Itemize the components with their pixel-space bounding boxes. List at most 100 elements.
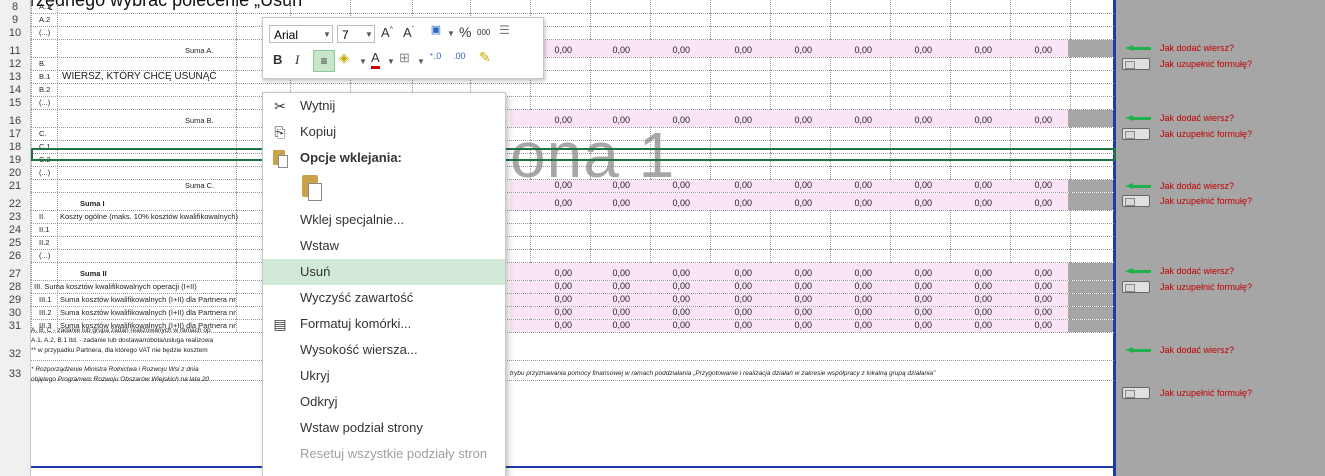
accounting-dropdown-icon[interactable]: ▼ [447,29,455,38]
row-number[interactable]: 15 [0,97,30,109]
value-cell[interactable]: 0,00 [692,320,752,330]
decrease-font-icon[interactable]: Aˇ [403,25,414,40]
value-cell[interactable]: 0,00 [932,198,992,208]
context-menu-item[interactable]: Wyczyść zawartość [263,285,505,311]
value-cell[interactable]: 0,00 [570,307,630,317]
value-cell[interactable]: 0,00 [512,294,572,304]
value-cell[interactable]: 0,00 [752,268,812,278]
value-cell[interactable]: 0,00 [812,198,872,208]
merge-cells-icon[interactable]: ☰ [499,23,510,37]
row-label[interactable]: Suma II [80,269,107,278]
value-cell[interactable]: 0,00 [512,268,572,278]
formula-button[interactable] [1122,195,1150,207]
align-center-icon[interactable]: ≡ [313,50,335,72]
value-cell[interactable]: 0,00 [692,307,752,317]
row-number[interactable]: 24 [0,224,30,236]
accounting-format-icon[interactable]: ▣ [427,23,445,39]
value-cell[interactable]: 0,00 [932,180,992,190]
value-cell[interactable]: 0,00 [570,268,630,278]
table-row[interactable]: 8 A.1 [0,0,1325,14]
context-menu-item[interactable]: Wysokość wiersza... [263,337,505,363]
value-cell[interactable]: 0,00 [752,307,812,317]
table-row[interactable]: 15 (...) [0,96,1325,110]
value-cell[interactable]: 0,00 [872,180,932,190]
borders-icon[interactable]: ⊞ [399,50,410,66]
value-cell[interactable]: 0,00 [872,294,932,304]
row-number[interactable]: 27 [0,268,30,280]
row-number[interactable]: 16 [0,115,30,127]
value-cell[interactable]: 0,00 [512,320,572,330]
row-code[interactable]: (...) [39,168,50,177]
row-number[interactable]: 31 [0,320,30,332]
row-number[interactable]: 18 [0,141,30,153]
row-code[interactable]: II.1 [39,225,49,234]
bold-icon[interactable]: B [273,52,282,67]
table-row[interactable]: 9 A.2 [0,13,1325,27]
italic-icon[interactable]: I [295,52,299,68]
value-cell[interactable]: 0,00 [812,45,872,55]
increase-font-icon[interactable]: A^ [381,25,393,40]
row-code[interactable]: A.2 [39,15,50,24]
value-cell[interactable]: 0,00 [932,115,992,125]
formula-button[interactable] [1122,387,1150,399]
row-number[interactable]: 23 [0,211,30,223]
row-code[interactable]: B.2 [39,85,50,94]
value-cell[interactable]: 0,00 [512,198,572,208]
table-row[interactable]: 12 B. Jak uzupełnić formułę? [0,57,1325,71]
value-cell[interactable]: 0,00 [932,45,992,55]
table-row[interactable]: 30 0,00 0,00 0,00 0,00 0,00 0,00 0,00 0,00 0,00 II… [0,306,1325,320]
value-cell[interactable]: 0,00 [752,180,812,190]
value-cell[interactable]: 0,00 [992,45,1052,55]
row-label[interactable]: III. Suma kosztów kwalifikowalnych opera… [34,282,197,291]
link-fill-formula[interactable]: Jak uzupełnić formułę? [1160,282,1252,292]
table-row[interactable]: 11 0,00 0,00 0,00 0,00 0,00 0,00 0,00 0,00 0,00 Su… [0,39,1325,58]
value-cell[interactable]: 0,00 [630,198,690,208]
table-row[interactable]: 23 II. Koszty ogólne (maks. 10% kosztów kw… [0,210,1325,224]
value-cell[interactable]: 0,00 [992,115,1052,125]
row-number[interactable]: 12 [0,58,30,70]
row-number[interactable]: 11 [0,45,30,57]
value-cell[interactable]: 0,00 [752,198,812,208]
row-label[interactable]: Suma C. [185,181,214,190]
value-cell[interactable]: 0,00 [752,45,812,55]
value-cell[interactable]: 0,00 [992,180,1052,190]
row-number[interactable]: 14 [0,84,30,96]
row-number[interactable]: 19 [0,154,30,166]
value-cell[interactable]: 0,00 [692,268,752,278]
row-number[interactable]: 26 [0,250,30,262]
value-cell[interactable]: 0,00 [812,115,872,125]
value-cell[interactable]: 0,00 [570,320,630,330]
table-row[interactable]: 28 0,00 0,00 0,00 0,00 0,00 0,00 0,00 0,00 0,00 II… [0,280,1325,294]
context-menu-item[interactable]: Ukryj [263,363,505,389]
value-cell[interactable]: 0,00 [872,281,932,291]
value-cell[interactable]: 0,00 [752,320,812,330]
row-number[interactable]: 9 [0,14,30,26]
value-cell[interactable]: 0,00 [692,294,752,304]
fill-color-icon[interactable]: ◈ [339,50,349,66]
link-fill-formula[interactable]: Jak uzupełnić formułę? [1160,59,1252,69]
fill-color-dropdown-icon[interactable]: ▼ [359,57,367,66]
row-code[interactable]: A.1 [39,2,50,11]
value-cell[interactable]: 0,00 [872,198,932,208]
value-cell[interactable]: 0,00 [992,307,1052,317]
row-label[interactable]: Suma B. [185,116,214,125]
value-cell[interactable]: 0,00 [630,268,690,278]
thousands-separator-icon[interactable]: 000 [477,28,490,37]
value-cell[interactable]: 0,00 [812,180,872,190]
link-add-row[interactable]: Jak dodać wiersz? [1160,345,1234,355]
value-cell[interactable]: 0,00 [992,268,1052,278]
link-add-row[interactable]: Jak dodać wiersz? [1160,266,1234,276]
context-menu-item[interactable]: Usuń [263,259,505,285]
row-label[interactable]: Suma kosztów kwalifikowalnych (I+II) dla… [60,308,236,317]
value-cell[interactable]: 0,00 [992,294,1052,304]
table-row[interactable]: 14 B.2 [0,83,1325,97]
table-row[interactable]: 10 (...) [0,26,1325,40]
value-cell[interactable]: 0,00 [630,45,690,55]
value-cell[interactable]: 0,00 [692,281,752,291]
value-cell[interactable]: 0,00 [932,307,992,317]
percent-icon[interactable]: % [459,24,471,40]
value-cell[interactable]: 0,00 [932,268,992,278]
row-number[interactable]: 33 [0,368,30,380]
row-number[interactable]: 10 [0,27,30,39]
value-cell[interactable]: 0,00 [512,281,572,291]
